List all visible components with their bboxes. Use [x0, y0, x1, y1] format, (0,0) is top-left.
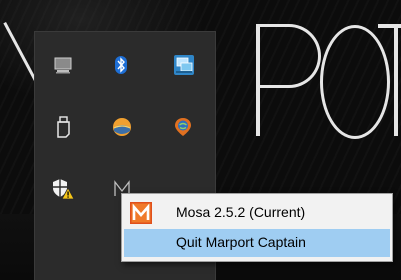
- menu-item-label: Quit Marport Captain: [176, 234, 306, 250]
- windows-security-warning-icon[interactable]: [50, 176, 76, 202]
- menu-item-label: Mosa 2.5.2 (Current): [176, 204, 306, 220]
- screenshot-frame: Mosa 2.5.2 (Current) Quit Marport Captai…: [0, 0, 401, 280]
- menu-item-quit-marport-captain[interactable]: Quit Marport Captain: [124, 229, 390, 257]
- bluetooth-icon[interactable]: [108, 52, 134, 78]
- network-monitor-icon[interactable]: [50, 52, 76, 78]
- weather-sun-icon[interactable]: [109, 114, 135, 140]
- location-globe-icon[interactable]: [170, 114, 196, 140]
- wallpaper-letter-o: [320, 25, 390, 139]
- menu-item-mosa-current[interactable]: Mosa 2.5.2 (Current): [124, 199, 390, 227]
- marport-m-icon: [130, 202, 152, 224]
- tray-context-menu: Mosa 2.5.2 (Current) Quit Marport Captai…: [121, 193, 393, 262]
- wallpaper-letter-p: [256, 24, 321, 88]
- usb-drive-icon[interactable]: [50, 114, 76, 140]
- wallpaper-letter-t-stem: [394, 24, 398, 136]
- network-display-icon[interactable]: [171, 52, 197, 78]
